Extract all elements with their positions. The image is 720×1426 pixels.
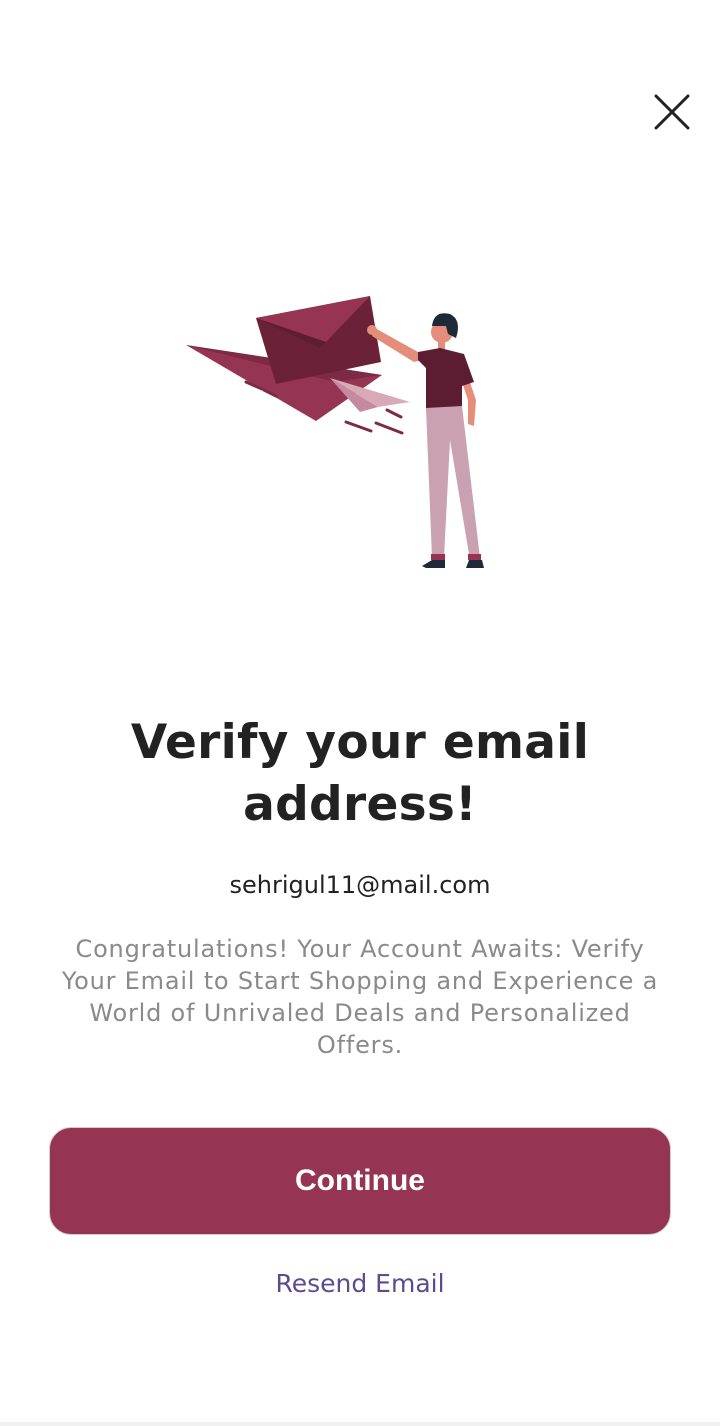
continue-button[interactable]: Continue	[49, 1127, 671, 1235]
person-figure	[367, 313, 484, 568]
continue-button-label: Continue	[295, 1164, 425, 1197]
verification-description: Congratulations! Your Account Awaits: Ve…	[61, 935, 659, 1059]
email-illustration	[186, 296, 484, 568]
envelope-icon	[256, 296, 381, 384]
resend-email-link[interactable]: Resend Email	[200, 1264, 520, 1304]
close-button[interactable]	[644, 84, 700, 140]
bottom-divider	[0, 1422, 720, 1426]
email-address: sehrigul11@mail.com	[229, 871, 491, 899]
page-title: Verify your email address!	[130, 715, 590, 832]
close-icon	[654, 94, 690, 130]
